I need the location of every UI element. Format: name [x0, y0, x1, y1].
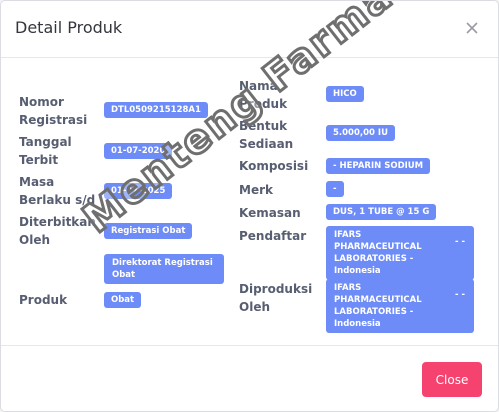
- value-direktorat: Direktorat Registrasi Obat: [104, 254, 224, 284]
- label-kemasan: Kemasan: [239, 206, 301, 220]
- value-diterbitkan-oleh: Registrasi Obat: [104, 223, 193, 239]
- value-diproduksi-oleh: IFARS PHARMACEUTICAL LABORATORIES - Indo…: [326, 279, 474, 333]
- diproduksi-tail: - -: [454, 290, 465, 300]
- modal-header: Detail Produk: [1, 1, 498, 58]
- close-button[interactable]: Close: [422, 362, 482, 397]
- label-pendaftar: Pendaftar: [239, 229, 307, 243]
- label-diproduksi-oleh: Diproduksi Oleh: [239, 282, 313, 314]
- value-nama-produk: HICO: [326, 86, 364, 102]
- value-tanggal-terbit: 01-07-2020: [104, 143, 173, 159]
- label-komposisi: Komposisi: [239, 159, 309, 173]
- value-merk: -: [326, 181, 344, 197]
- value-kemasan: DUS, 1 TUBE @ 15 G: [326, 204, 437, 220]
- label-produk: Produk: [19, 293, 68, 307]
- value-masa-berlaku: 01-07-2025: [104, 183, 173, 199]
- diproduksi-text: IFARS PHARMACEUTICAL LABORATORIES - Indo…: [334, 283, 422, 329]
- modal-footer: Close: [1, 345, 498, 411]
- label-masa-berlaku: Masa Berlaku s/d: [19, 175, 96, 207]
- label-nama-produk: Nama Produk: [239, 79, 288, 111]
- pendaftar-text: IFARS PHARMACEUTICAL LABORATORIES - Indo…: [334, 230, 422, 276]
- value-komposisi: - HEPARIN SODIUM: [326, 158, 431, 174]
- product-detail-modal: Detail Produk Nomor Registrasi DTL050921…: [0, 0, 499, 412]
- value-produk: Obat: [104, 292, 142, 308]
- value-pendaftar: IFARS PHARMACEUTICAL LABORATORIES - Indo…: [326, 226, 474, 280]
- pendaftar-tail: - -: [454, 237, 465, 247]
- label-nomor-registrasi: Nomor Registrasi: [19, 95, 88, 127]
- label-diterbitkan-oleh: Diterbitkan Oleh: [19, 215, 96, 247]
- value-nomor-registrasi: DTL0509215128A1: [104, 102, 208, 118]
- close-icon[interactable]: [465, 21, 479, 35]
- modal-title: Detail Produk: [15, 18, 123, 37]
- label-bentuk-sediaan: Bentuk Sediaan: [239, 119, 294, 151]
- label-merk: Merk: [239, 183, 273, 197]
- value-bentuk-sediaan: 5.000,00 IU: [326, 125, 395, 141]
- label-tanggal-terbit: Tanggal Terbit: [19, 135, 72, 167]
